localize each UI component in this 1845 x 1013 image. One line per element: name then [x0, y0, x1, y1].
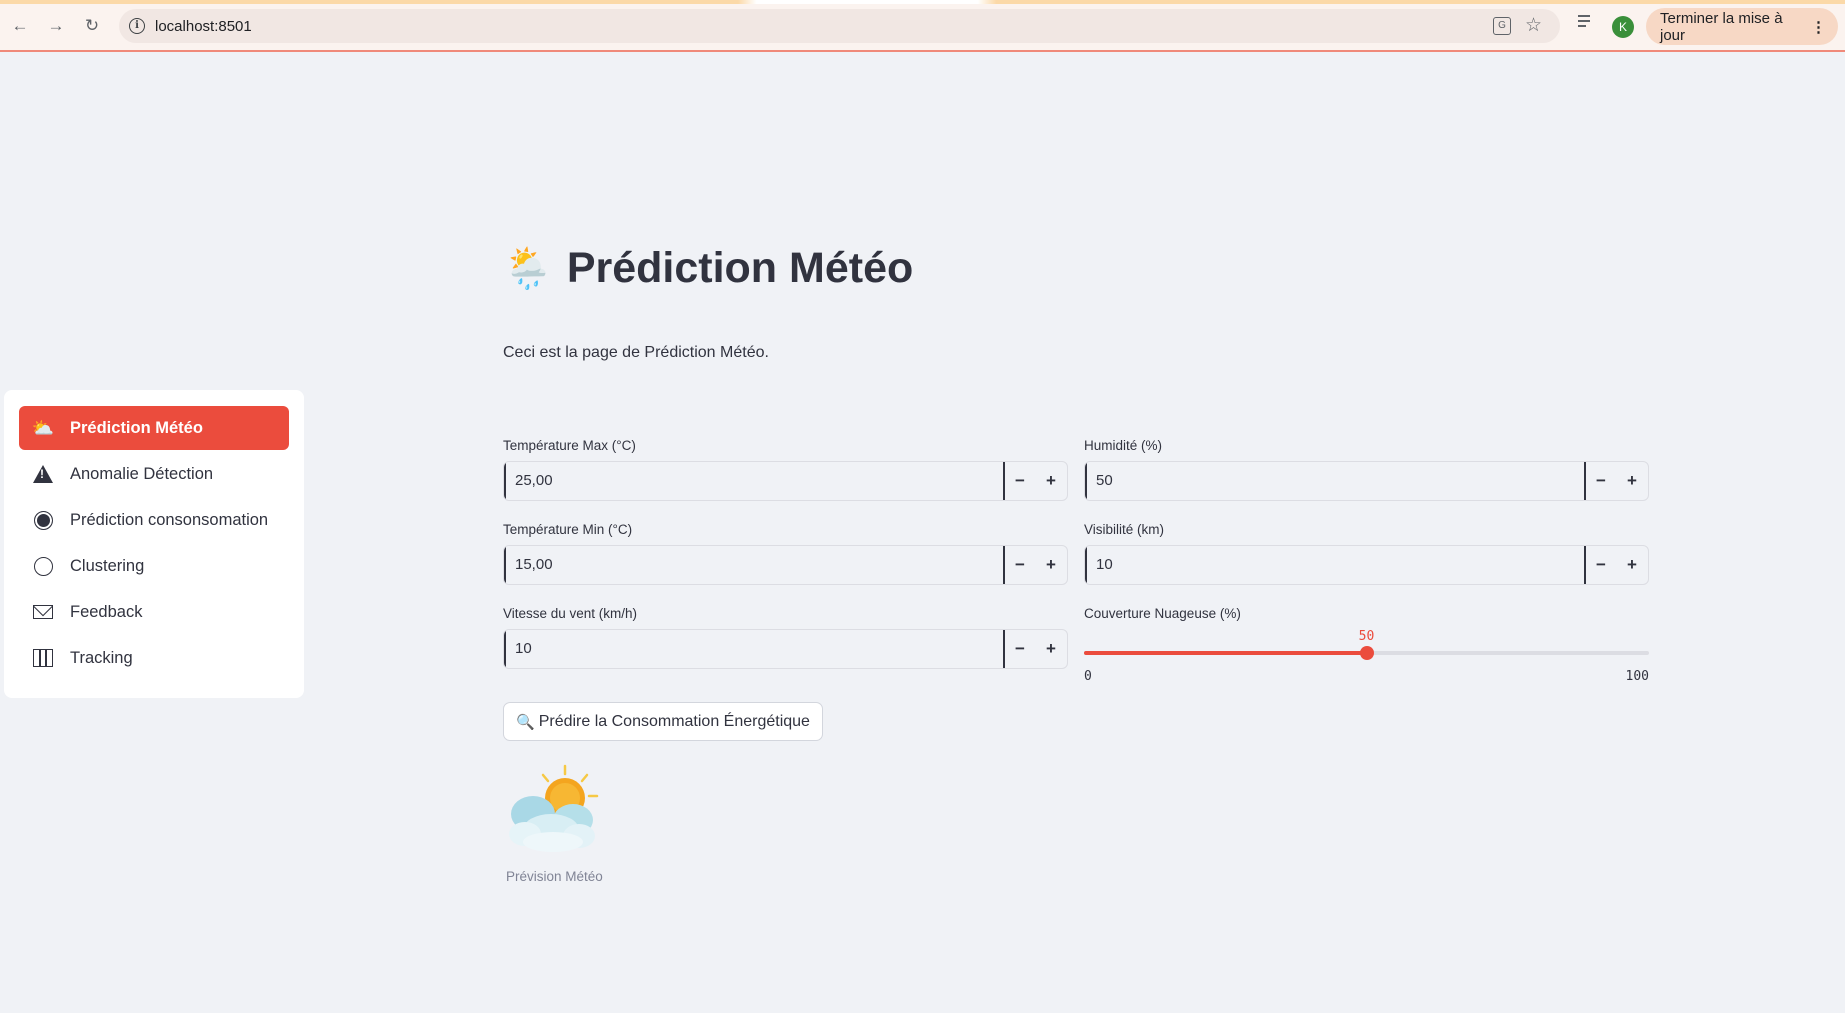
warning-icon — [32, 463, 54, 485]
reload-icon[interactable]: ↻ — [80, 14, 104, 38]
back-icon[interactable]: ← — [8, 14, 32, 38]
sidebar-item-tracking[interactable]: Tracking — [19, 636, 289, 680]
cloud-cover-field: Couverture Nuageuse (%) 50 0 100 — [1084, 606, 1649, 684]
wind-speed-decrement-button[interactable]: − — [1003, 630, 1035, 668]
sidebar-item-label: Prédiction consonsomation — [70, 510, 269, 529]
humidity-field: Humidité (%) 50 − + — [1084, 438, 1649, 501]
star-icon[interactable]: ☆ — [1525, 14, 1542, 37]
tab-strip — [0, 0, 1845, 4]
visibility-input[interactable]: 10 — [1085, 546, 1584, 584]
weather-forecast-image — [509, 764, 599, 852]
update-button-label: Terminer la mise à jour — [1660, 9, 1783, 44]
update-button[interactable]: Terminer la mise à jour ⋮ — [1646, 8, 1838, 45]
sidebar-item-label: Prédiction Météo — [70, 418, 203, 437]
humidity-label: Humidité (%) — [1084, 438, 1163, 453]
predict-button-label: Prédire la Consommation Énergétique — [538, 712, 810, 730]
temp-min-stepper: 15,00 − + — [503, 545, 1068, 585]
sidebar-item-prediction-consommation[interactable]: Prédiction consonsomation — [19, 498, 289, 542]
media-queue-icon[interactable] — [1578, 15, 1596, 31]
sidebar-item-label: Anomalie Détection — [70, 464, 214, 483]
humidity-decrement-button[interactable]: − — [1584, 462, 1616, 500]
translate-icon[interactable]: G — [1493, 17, 1511, 35]
temp-max-increment-button[interactable]: + — [1035, 462, 1067, 500]
wind-speed-input[interactable]: 10 — [504, 630, 1003, 668]
page-header: 🌦️ Prédiction Météo — [503, 244, 913, 293]
visibility-stepper: 10 − + — [1084, 545, 1649, 585]
profile-avatar[interactable]: K — [1612, 16, 1634, 38]
sidebar-item-label: Feedback — [70, 602, 143, 621]
humidity-increment-button[interactable]: + — [1616, 462, 1648, 500]
sidebar-item-anomalie-detection[interactable]: Anomalie Détection — [19, 452, 289, 496]
cloud-cover-min: 0 — [1084, 669, 1092, 684]
forward-icon[interactable]: → — [44, 14, 68, 38]
sidebar-item-label: Tracking — [70, 648, 133, 667]
page-subtitle: Ceci est la page de Prédiction Météo. — [503, 344, 769, 361]
visibility-decrement-button[interactable]: − — [1584, 546, 1616, 584]
humidity-input[interactable]: 50 — [1085, 462, 1584, 500]
url-text[interactable]: localhost:8501 — [155, 18, 252, 35]
temp-min-decrement-button[interactable]: − — [1003, 546, 1035, 584]
cloud-cover-slider-fill — [1084, 651, 1367, 655]
menu-dots-icon: ⋮ — [1811, 18, 1826, 36]
predict-consumption-button[interactable]: 🔍 Prédire la Consommation Énergétique — [503, 702, 823, 741]
wind-speed-field: Vitesse du vent (km/h) 10 − + — [503, 606, 1068, 669]
browser-toolbar: ← → ↻ i localhost:8501 G ☆ K Terminer la… — [0, 0, 1845, 52]
cloud-cover-slider[interactable]: 50 — [1084, 629, 1649, 660]
circle-icon — [32, 555, 54, 577]
envelope-icon — [32, 601, 54, 623]
sidebar-nav: ⛅ Prédiction Météo Anomalie Détection Pr… — [4, 390, 304, 698]
temp-max-field: Température Max (°C) 25,00 − + — [503, 438, 1068, 501]
page-title: Prédiction Météo — [566, 244, 914, 292]
search-icon: 🔍 — [516, 713, 535, 731]
temp-min-increment-button[interactable]: + — [1035, 546, 1067, 584]
sidebar-item-label: Clustering — [70, 556, 145, 575]
weather-icon: ⛅ — [31, 417, 55, 438]
visibility-field: Visibilité (km) 10 − + — [1084, 522, 1649, 585]
temp-min-label: Température Min (°C) — [503, 522, 633, 537]
image-caption: Prévision Météo — [506, 869, 603, 884]
filled-circle-icon — [32, 509, 54, 531]
sidebar-item-clustering[interactable]: Clustering — [19, 544, 289, 588]
temp-min-field: Température Min (°C) 15,00 − + — [503, 522, 1068, 585]
temp-max-decrement-button[interactable]: − — [1003, 462, 1035, 500]
cloud-cover-label: Couverture Nuageuse (%) — [1084, 606, 1241, 621]
cloud-cover-slider-thumb[interactable] — [1359, 646, 1374, 660]
temp-min-input[interactable]: 15,00 — [504, 546, 1003, 584]
temp-max-label: Température Max (°C) — [503, 438, 636, 453]
weather-emoji-icon: 🌦️ — [503, 247, 553, 291]
map-icon — [32, 647, 54, 669]
temp-max-input[interactable]: 25,00 — [504, 462, 1003, 500]
address-bar[interactable]: i localhost:8501 G ☆ — [119, 9, 1560, 43]
wind-speed-increment-button[interactable]: + — [1035, 630, 1067, 668]
sidebar-item-prediction-meteo[interactable]: ⛅ Prédiction Météo — [19, 406, 289, 450]
sidebar-item-feedback[interactable]: Feedback — [19, 590, 289, 634]
wind-speed-label: Vitesse du vent (km/h) — [503, 606, 638, 621]
humidity-stepper: 50 − + — [1084, 461, 1649, 501]
temp-max-stepper: 25,00 − + — [503, 461, 1068, 501]
visibility-increment-button[interactable]: + — [1616, 546, 1648, 584]
visibility-label: Visibilité (km) — [1084, 522, 1165, 537]
cloud-cover-max: 100 — [1625, 669, 1649, 684]
wind-speed-stepper: 10 − + — [503, 629, 1068, 669]
info-icon[interactable]: i — [129, 18, 145, 34]
cloud-cover-range: 0 100 — [1084, 669, 1649, 684]
cloud-cover-value: 50 — [1358, 629, 1375, 644]
